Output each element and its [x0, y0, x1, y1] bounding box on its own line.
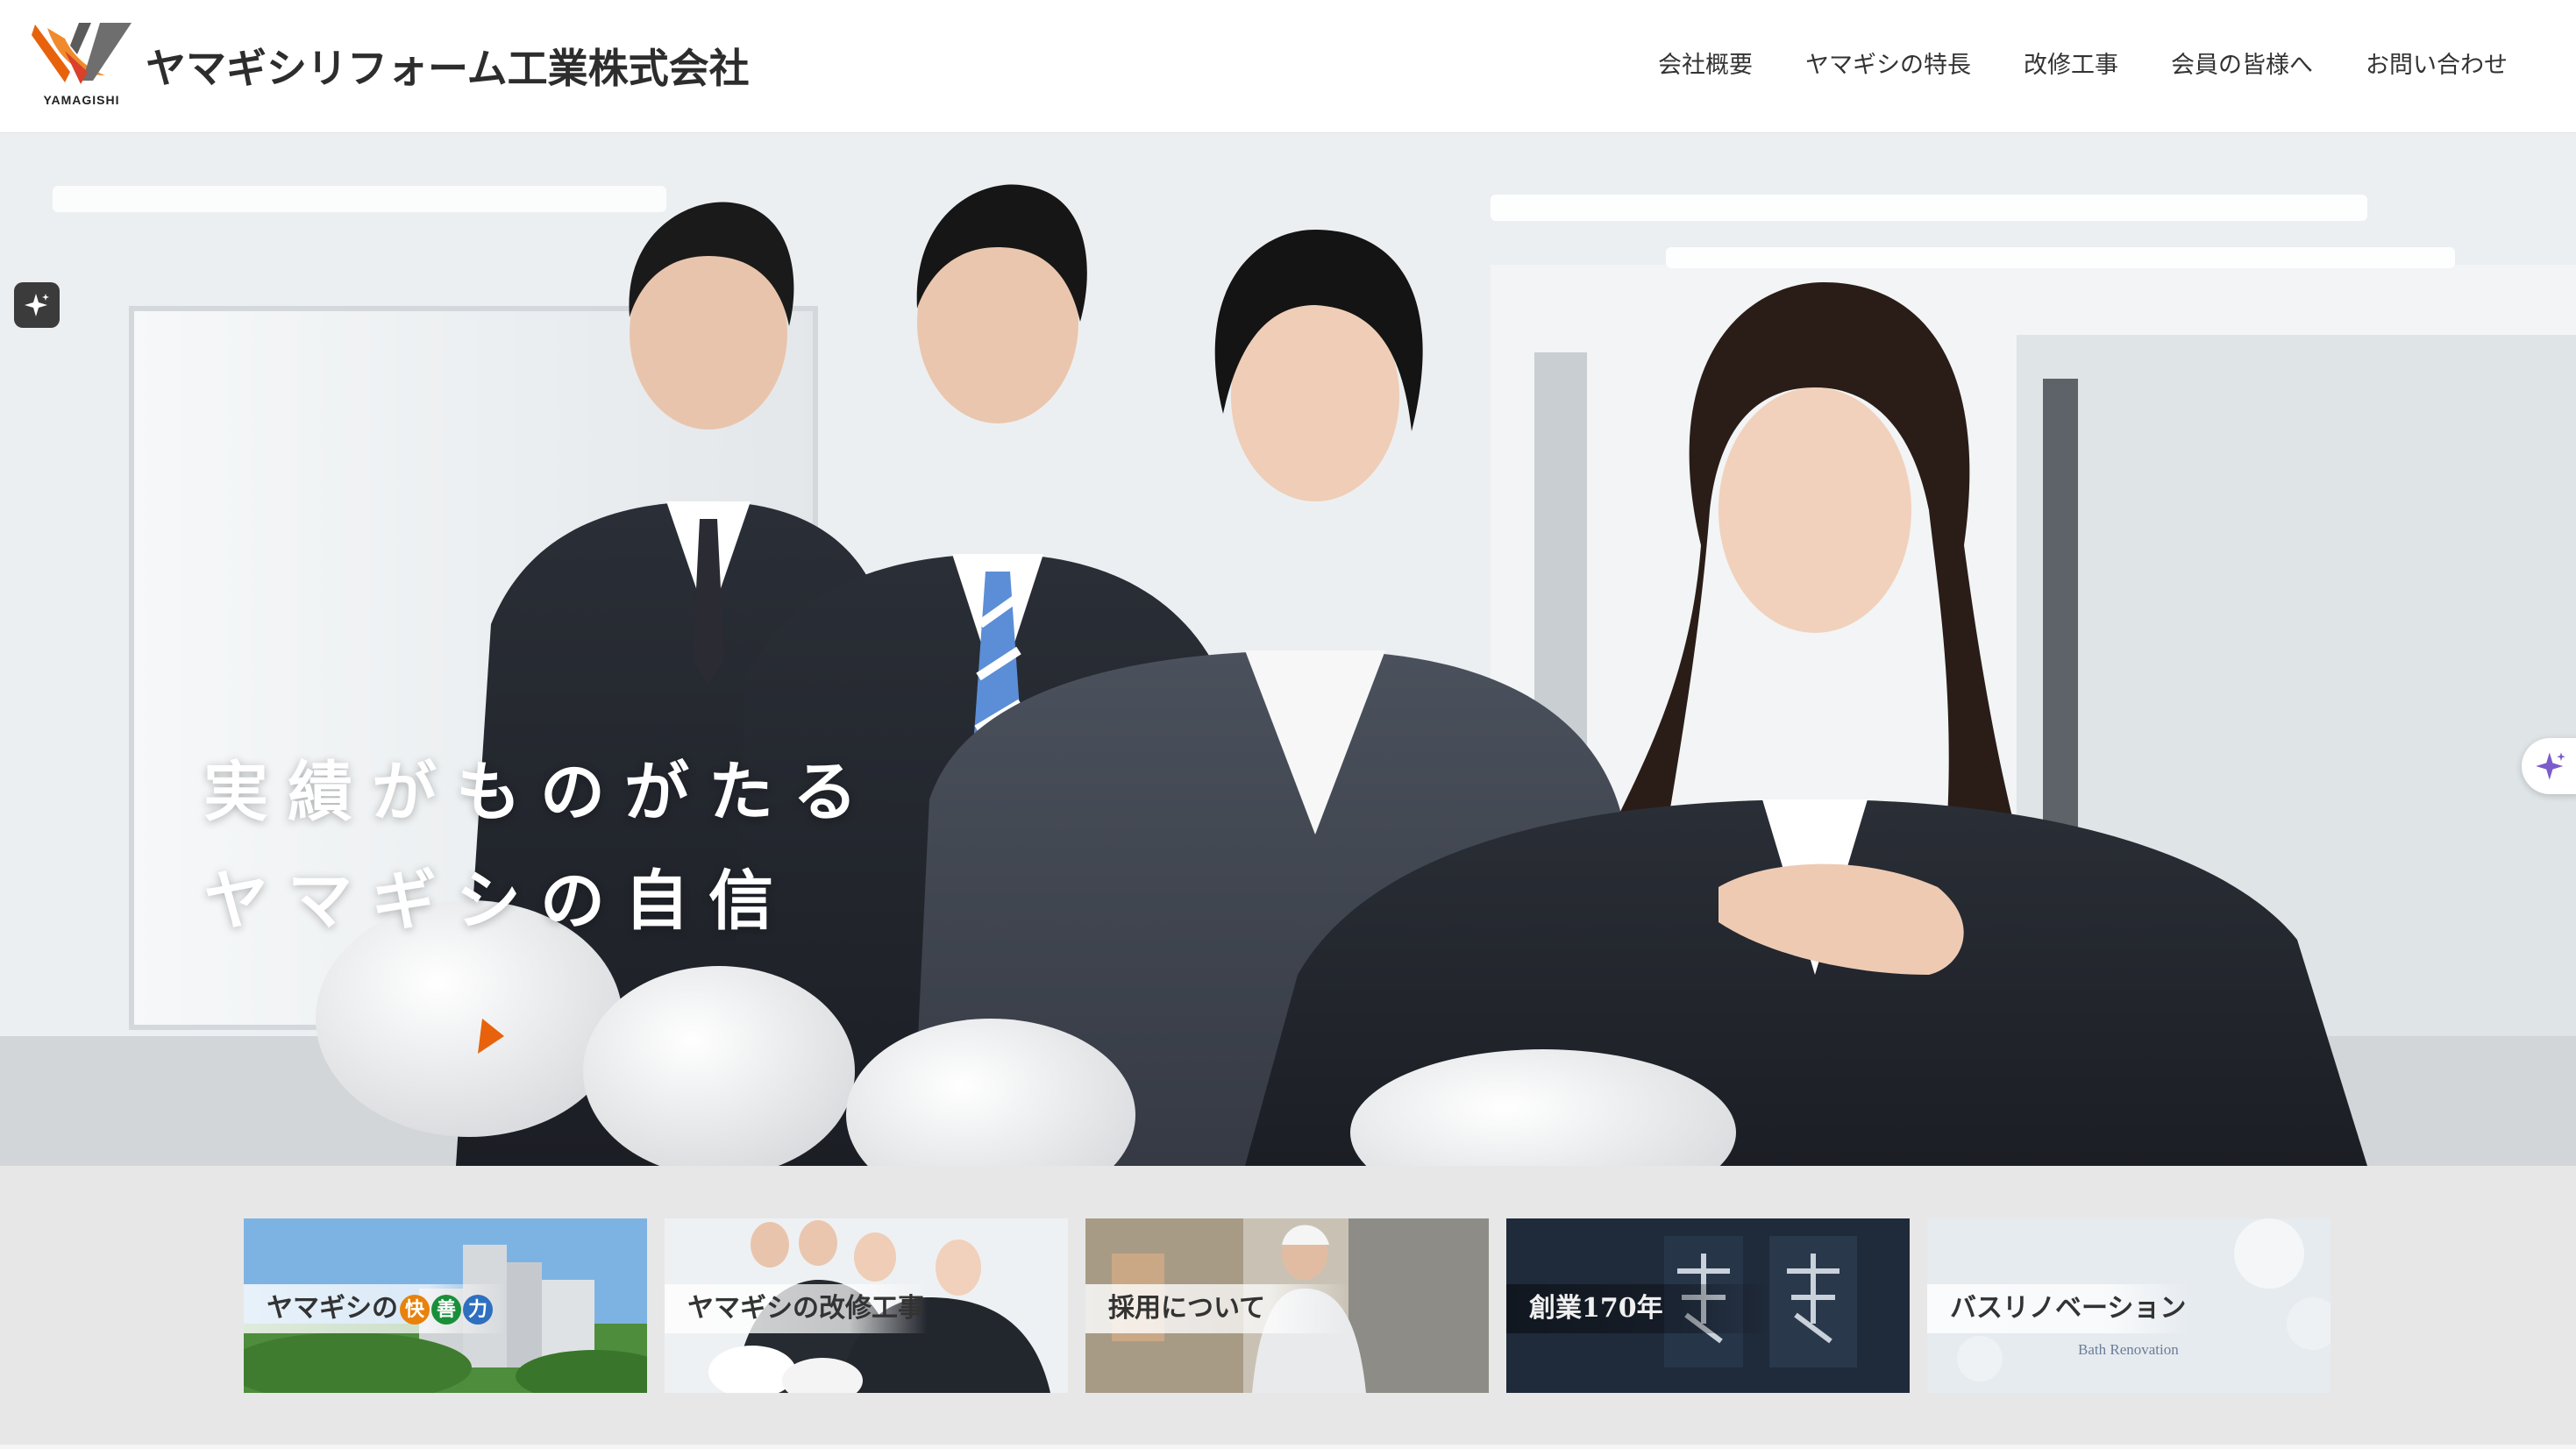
sparkle-icon[interactable] — [2522, 738, 2576, 794]
nav-item-contact[interactable]: お問い合わせ — [2366, 46, 2508, 80]
banner-bath[interactable]: バスリノベーション Bath Renovation — [1927, 1218, 2330, 1393]
company-logo[interactable]: YAMAGISHI — [30, 19, 133, 109]
logo-mark-icon — [32, 23, 132, 84]
sparkle-icon[interactable] — [14, 282, 60, 328]
hero-photo — [0, 133, 2576, 1166]
banner-strengths-label: ヤマギシの快善力 — [244, 1284, 507, 1333]
nav-item-features[interactable]: ヤマギシの特長 — [1805, 46, 1971, 80]
banner-history[interactable]: 創業170年 — [1506, 1218, 1910, 1393]
company-name[interactable]: ヤマギシリフォーム工業株式会社 — [146, 37, 750, 95]
banner-renovation[interactable]: ヤマギシの改修工事 — [665, 1218, 1068, 1393]
banner-strengths[interactable]: ヤマギシの快善力 — [244, 1218, 647, 1393]
nav-item-members[interactable]: 会員の皆様へ — [2171, 46, 2313, 80]
hero-section: 実績がものがたる ヤマギシの自信 — [0, 133, 2576, 1166]
banner-history-label: 創業170年 — [1506, 1284, 1769, 1333]
banner-bath-label: バスリノベーション — [1927, 1284, 2190, 1333]
nav-item-company[interactable]: 会社概要 — [1658, 46, 1753, 80]
hero-headline-line1: 実績がものがたる — [203, 755, 877, 830]
banner-renovation-label: ヤマギシの改修工事 — [665, 1284, 928, 1333]
hero-headline-line2: ヤマギシの自信 — [203, 863, 793, 939]
banner-strengths-text: ヤマギシの — [267, 1293, 398, 1324]
banner-list: ヤマギシの快善力 ヤマギシの改修工事 採用について 創業170年 バスリノベーシ… — [244, 1218, 2330, 1393]
banner-recruit-label: 採用について — [1085, 1284, 1348, 1333]
banner-bath-caption: Bath Renovation — [2078, 1341, 2179, 1358]
main-nav: 会社概要 ヤマギシの特長 改修工事 会員の皆様へ お問い合わせ — [1605, 46, 2508, 80]
pill-kai: 快 — [400, 1295, 430, 1325]
hero-headline: 実績がものがたる ヤマギシの自信 — [203, 738, 877, 955]
banner-recruit[interactable]: 採用について — [1085, 1218, 1489, 1393]
pill-ryoku: 力 — [463, 1295, 493, 1325]
banner-strip: ヤマギシの快善力 ヤマギシの改修工事 採用について 創業170年 バスリノベーシ… — [0, 1166, 2576, 1445]
pill-zen: 善 — [431, 1295, 461, 1325]
site-header: YAMAGISHI ヤマギシリフォーム工業株式会社 会社概要 ヤマギシの特長 改… — [0, 0, 2576, 133]
footer-edge — [0, 1445, 2576, 1449]
nav-item-renovation[interactable]: 改修工事 — [2024, 46, 2118, 80]
logo-subtext: YAMAGISHI — [43, 93, 120, 107]
